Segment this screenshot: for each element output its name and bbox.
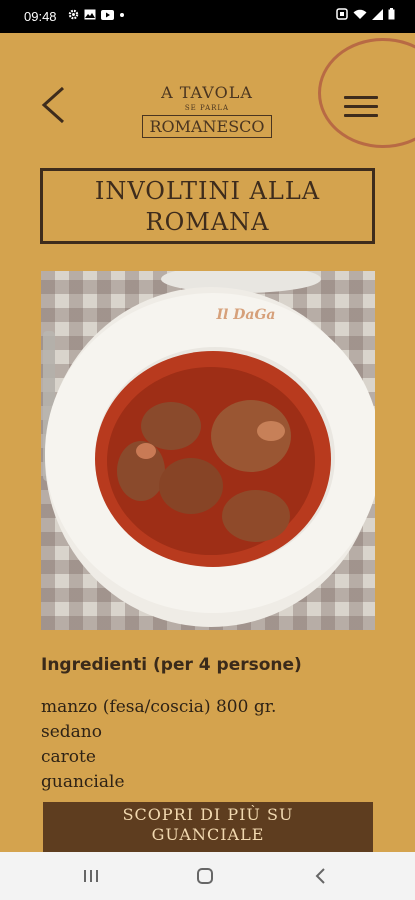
recent-apps-icon [84,870,98,882]
ingredients-title: Ingredienti (per 4 persone) [41,655,302,675]
alarm-icon [336,8,348,23]
list-item: sedano [41,722,102,742]
list-item: guanciale [41,772,125,792]
system-nav-bar [0,852,415,900]
list-item: carote [41,747,96,767]
logo-line-3: ROMANESCO [142,115,272,138]
status-time: 09:48 [24,9,57,24]
nav-back-button[interactable] [313,867,327,885]
cta-line-1: SCOPRI DI PIÙ SU [122,805,294,824]
recipe-title: INVOLTINI ALLA ROMANA [40,168,375,244]
status-bar: 09:48 [0,0,415,33]
gear-icon [68,8,79,23]
signal-icon [372,8,383,23]
hamburger-icon [344,96,378,117]
back-button[interactable] [38,85,68,125]
recipe-title-line-2: ROMANA [145,208,270,236]
discover-more-button[interactable]: SCOPRI DI PIÙ SU GUANCIALE [43,802,373,852]
dot-icon [119,8,125,23]
menu-button[interactable] [344,96,378,120]
plate-text: Il DaGa [216,307,276,323]
app-logo: A TAVOLA SE PARLA ROMANESCO [140,83,274,138]
ingredients-list: manzo (fesa/coscia) 800 gr. sedano carot… [41,695,276,795]
logo-line-1: A TAVOLA [161,83,253,102]
youtube-icon [101,8,114,23]
recipe-screen: A TAVOLA SE PARLA ROMANESCO INVOLTINI AL… [0,33,415,852]
recent-apps-button[interactable] [82,868,100,884]
image-icon [84,8,96,23]
chevron-left-icon [41,86,65,124]
chevron-left-icon [315,868,325,884]
home-button[interactable] [197,868,213,884]
logo-line-2: SE PARLA [184,104,230,112]
battery-icon [388,8,395,23]
wifi-icon [353,8,367,23]
recipe-photo: Il DaGa [41,271,375,630]
list-item: manzo (fesa/coscia) 800 gr. [41,697,277,717]
wine-stain-decoration [318,38,415,148]
recipe-title-line-1: INVOLTINI ALLA [94,177,321,205]
cta-line-2: GUANCIALE [151,825,265,844]
